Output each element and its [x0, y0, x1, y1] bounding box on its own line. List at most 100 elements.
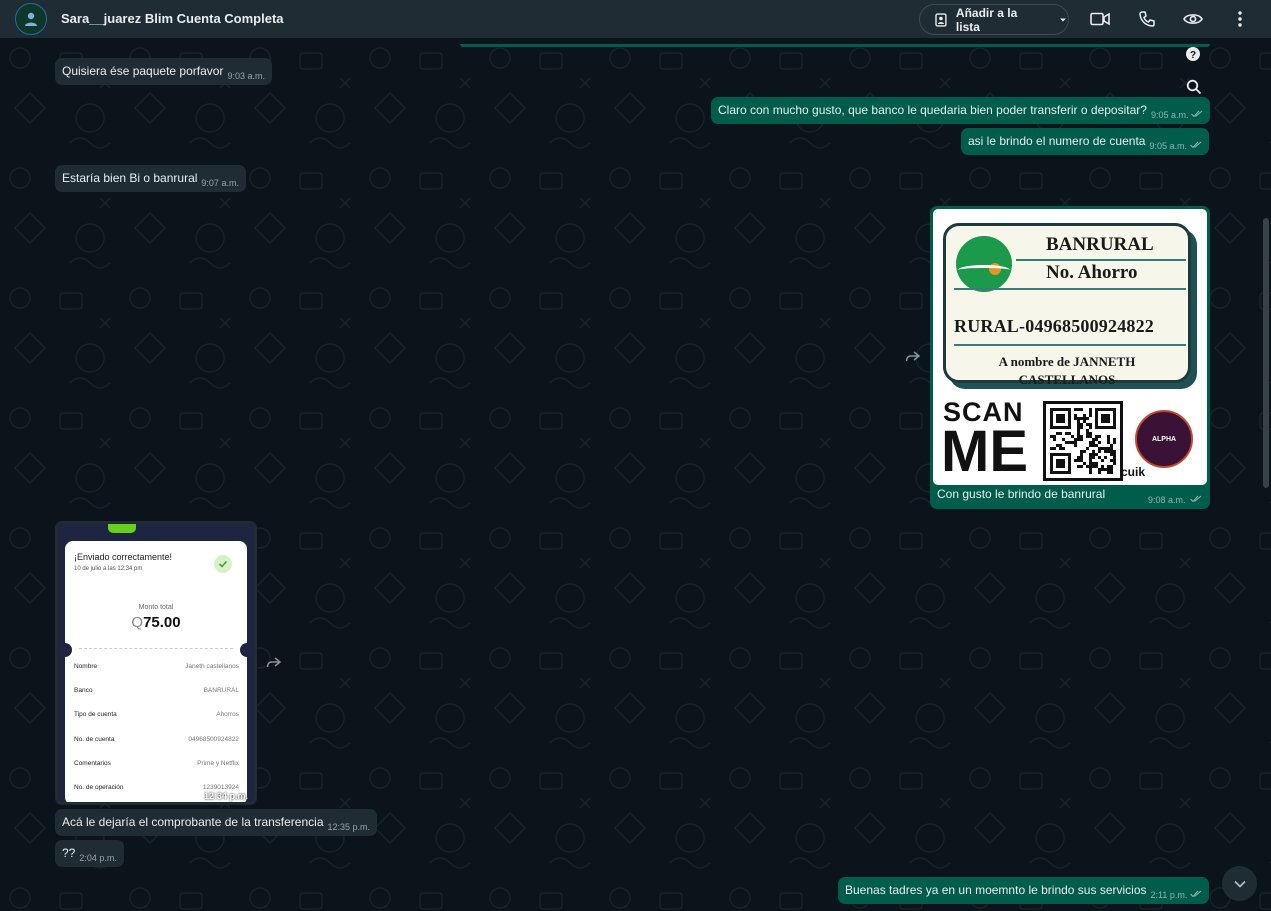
row-label: No. de cuenta: [74, 736, 115, 743]
message-text: asi le brindo el numero de cuenta: [968, 134, 1146, 148]
receipt-row: Banco BANRURAL: [74, 687, 239, 694]
alpha-logo-text: ALPHA: [1151, 435, 1177, 443]
message-time: 9:05 a.m.: [1149, 141, 1187, 151]
qr-brand: cuik: [1121, 465, 1146, 479]
eye-icon[interactable]: [1183, 9, 1203, 29]
receipt-row: Nombre Janeth castellanos: [74, 663, 239, 670]
currency: Q: [131, 614, 144, 631]
incoming-message[interactable]: Estaría bien Bi o banrural 9:07 a.m.: [55, 165, 246, 192]
more-options-icon[interactable]: [1230, 9, 1250, 29]
chat-header: Sara__juarez Blim Cuenta Completa Añadir…: [0, 0, 1271, 38]
message-time: 9:07 a.m.: [201, 178, 239, 188]
transfer-receipt-image[interactable]: ¡Enviado correctamente! 10 de julio a la…: [58, 524, 254, 802]
double-check-icon: [1190, 890, 1202, 898]
amount: 75.00: [143, 614, 181, 631]
forward-icon[interactable]: [266, 657, 282, 669]
message-text: Buenas tadres ya en un moemnto le brindo…: [845, 883, 1147, 897]
add-to-list-button[interactable]: Añadir a la lista: [919, 4, 1069, 35]
row-value: 1239013924: [202, 784, 239, 791]
row-label: Tipo de cuenta: [74, 711, 117, 718]
divider: [954, 288, 1186, 290]
message-time: 9:08 a.m.: [1148, 495, 1202, 505]
receipt-row: No. de operación 1239013924: [74, 784, 239, 791]
help-icon[interactable]: ?: [1185, 46, 1201, 67]
total-label: Monto total: [138, 604, 174, 611]
scroll-to-bottom-button[interactable]: [1222, 866, 1257, 901]
bank-name: BANRURAL: [1046, 234, 1154, 255]
receipt-title: ¡Enviado correctamente!: [74, 552, 173, 562]
receipt-notch: [58, 643, 72, 657]
receipt-tab: [108, 524, 136, 533]
incoming-message[interactable]: Acá le dejaría el comprobante de la tran…: [55, 809, 378, 836]
double-check-icon: [1190, 495, 1202, 503]
receipt-divider: [79, 648, 233, 649]
scrollbar-thumb[interactable]: [1263, 218, 1269, 488]
row-value: BANRURAL: [203, 687, 239, 694]
row-label: Nombre: [74, 663, 98, 670]
check-icon: [214, 555, 232, 573]
message-text: Estaría bien Bi o banrural: [62, 171, 198, 185]
message-time: 2:04 p.m.: [79, 853, 117, 863]
message-text: Acá le dejaría el comprobante de la tran…: [62, 815, 324, 829]
chat-area[interactable]: ? Quisiera ése paquete porfavor 9:03 a.m.…: [0, 38, 1271, 911]
divider: [1016, 259, 1186, 261]
bank-account-image[interactable]: BANRURAL No. Ahorro RURAL-04968500924822…: [933, 209, 1207, 485]
account-type: No. Ahorro: [1046, 262, 1138, 283]
outgoing-image-message[interactable]: BANRURAL No. Ahorro RURAL-04968500924822…: [930, 206, 1210, 509]
receipt-notch: [240, 643, 254, 657]
row-value: Janeth castellanos: [185, 663, 239, 670]
receipt-card: ¡Enviado correctamente! 10 de julio a la…: [58, 541, 254, 802]
forward-icon[interactable]: [905, 351, 921, 363]
outgoing-message[interactable]: Claro con mucho gusto, que banco le qued…: [711, 97, 1211, 124]
svg-text:?: ?: [1190, 50, 1196, 61]
receipt-row: No. de cuenta 04968500924822: [74, 736, 239, 743]
message-time-text: 9:08 a.m.: [1147, 495, 1186, 505]
contact-card-icon: [935, 12, 947, 27]
previous-message-edge: [460, 44, 1210, 47]
message-time: 12:35 p.m.: [327, 822, 371, 832]
message-time: 2:11 p.m.: [1150, 890, 1188, 900]
chevron-down-icon: [1233, 880, 1246, 888]
message-text: Quisiera ése paquete porfavor: [62, 64, 224, 78]
chat-title[interactable]: Sara__juarez Blim Cuenta Completa: [61, 11, 284, 26]
incoming-message[interactable]: Quisiera ése paquete porfavor 9:03 a.m.: [55, 58, 272, 85]
message-time: 9:03 a.m.: [227, 71, 265, 81]
total-amount: Q75.00: [65, 614, 247, 631]
alpha-logo: ALPHA: [1135, 410, 1193, 468]
me-label: ME: [941, 419, 1028, 484]
row-value: Prime y Netflix: [197, 760, 239, 767]
message-time: 12:34 p.m.: [203, 791, 248, 801]
message-time: 9:05 a.m.: [1150, 110, 1189, 120]
chevron-down-icon: [1060, 18, 1067, 21]
message-text: Claro con mucho gusto, que banco le qued…: [718, 103, 1147, 117]
incoming-image-message[interactable]: ¡Enviado correctamente! 10 de julio a la…: [55, 521, 257, 805]
account-holder-line1: A nombre de JANNETH: [998, 354, 1136, 369]
receipt-row: Comentarios Prime y Netflix: [74, 760, 239, 767]
add-to-list-label: Añadir a la lista: [955, 5, 1018, 34]
row-label: No. de operación: [74, 784, 124, 791]
image-caption: Con gusto le brindo de banrural: [937, 487, 1106, 501]
video-call-icon[interactable]: [1090, 9, 1110, 29]
account-number: RURAL-04968500924822: [954, 316, 1154, 336]
receipt-row: Tipo de cuenta Ahorros: [74, 711, 239, 718]
receipt-date: 10 de julio a las 12:34 pm: [74, 566, 143, 572]
outgoing-message[interactable]: asi le brindo el numero de cuenta 9:05 a.…: [961, 128, 1209, 155]
row-label: Comentarios: [74, 760, 111, 767]
outgoing-message[interactable]: Buenas tadres ya en un moemnto le brindo…: [838, 877, 1210, 904]
double-check-icon: [1190, 141, 1202, 149]
qr-code: [1043, 401, 1123, 481]
incoming-message[interactable]: ?? 2:04 p.m.: [55, 840, 124, 867]
double-check-icon: [1191, 110, 1203, 118]
account-holder-line2: CASTELLANOS: [1018, 372, 1116, 387]
contact-avatar[interactable]: [15, 3, 47, 35]
person-icon: [25, 12, 37, 26]
row-value: 04968500924822: [188, 736, 239, 743]
row-value: Ahorros: [216, 711, 239, 718]
banrural-logo: [956, 236, 1012, 292]
bank-info-panel: BANRURAL No. Ahorro RURAL-04968500924822…: [943, 223, 1191, 387]
account-holder: A nombre de JANNETH CASTELLANOS: [946, 353, 1188, 389]
row-label: Banco: [74, 687, 93, 694]
message-text: ??: [62, 846, 76, 860]
divider: [954, 344, 1186, 346]
voice-call-icon[interactable]: [1137, 9, 1157, 29]
